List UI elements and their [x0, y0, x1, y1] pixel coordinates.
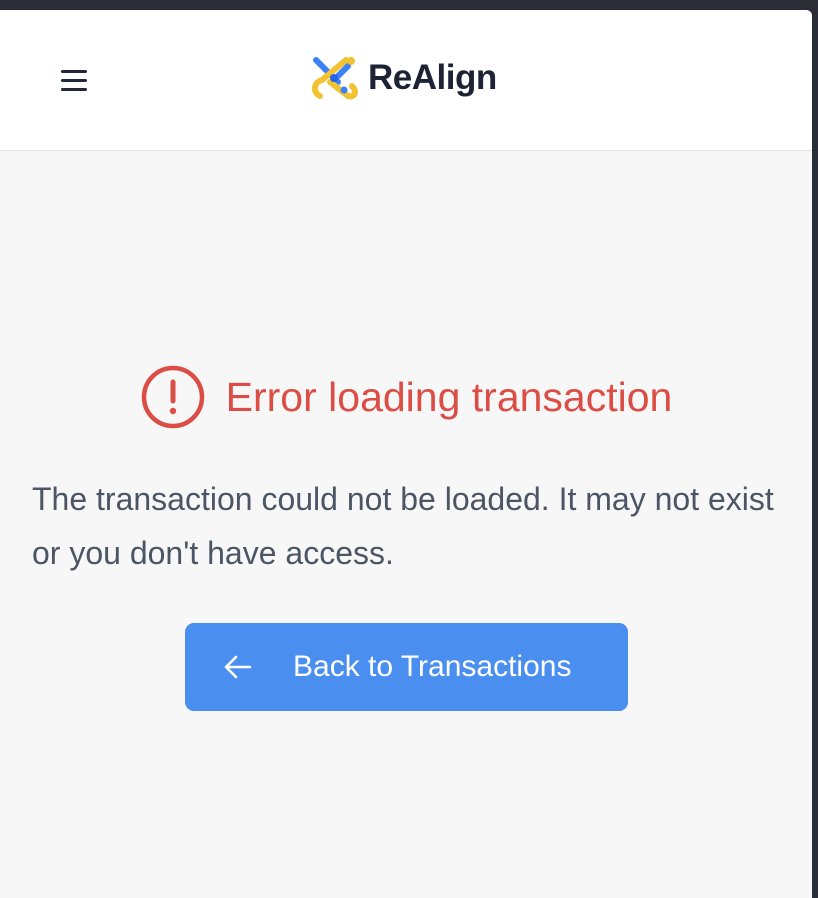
- error-message: The transaction could not be loaded. It …: [32, 481, 774, 571]
- hamburger-menu-icon[interactable]: [52, 60, 96, 100]
- brand[interactable]: ReAlign: [308, 52, 497, 104]
- brand-name: ReAlign: [368, 58, 497, 97]
- main-content: Error loading transaction The transactio…: [0, 151, 812, 898]
- app-window: ReAlign Error loading transaction The tr…: [0, 10, 812, 898]
- top-header: ReAlign: [0, 10, 812, 151]
- back-to-transactions-button[interactable]: Back to Transactions: [185, 623, 628, 711]
- realign-logo-icon: [312, 57, 358, 100]
- error-title: Error loading transaction: [225, 373, 673, 420]
- error-heading: Error loading transaction: [0, 364, 812, 430]
- back-button-label: Back to Transactions: [293, 650, 572, 683]
- exclamation-circle-icon: [141, 365, 204, 429]
- arrow-left-icon: [224, 655, 252, 679]
